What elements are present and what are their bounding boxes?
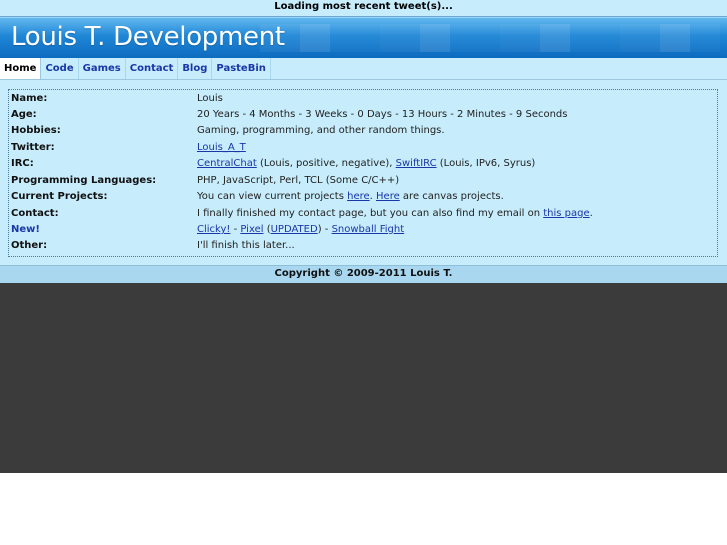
this-page-link[interactable]: this page	[543, 208, 589, 219]
tweet-status-text: Loading most recent tweet(s)...	[274, 1, 453, 12]
new-value: Clicky! - Pixel (UPDATED) - Snowball Fig…	[197, 222, 404, 238]
centralchat-link[interactable]: CentralChat	[197, 158, 257, 169]
projects-value: You can view current projects here. Here…	[197, 189, 504, 205]
projects-here-link[interactable]: here	[347, 191, 370, 202]
irc-label: IRC:	[11, 158, 34, 169]
page-background-dark	[0, 283, 727, 473]
profile-info-box: Name: Louis Age: 20 Years - 4 Months - 3…	[8, 89, 718, 257]
tab-pastebin[interactable]: PasteBin	[212, 58, 271, 79]
twitter-value: Louis_A_T	[197, 140, 246, 156]
contact-value: I finally finished my contact page, but …	[197, 206, 593, 222]
hobbies-label: Hobbies:	[11, 125, 61, 136]
languages-value: PHP, JavaScript, Perl, TCL (Some C/C++)	[197, 175, 400, 186]
contact-label: Contact:	[11, 208, 59, 219]
pixel-link[interactable]: Pixel	[240, 224, 263, 235]
tab-code[interactable]: Code	[41, 58, 79, 79]
main-content: Name: Louis Age: 20 Years - 4 Months - 3…	[0, 80, 727, 265]
irc-value: CentralChat (Louis, positive, negative),…	[197, 156, 535, 172]
header-decoration	[260, 24, 720, 52]
other-value: I'll finish this later...	[197, 240, 295, 251]
site-title: Louis T. Development	[11, 22, 285, 52]
projects-text-1: You can view current projects	[197, 191, 348, 202]
clicky-link[interactable]: Clicky!	[197, 224, 230, 235]
name-label: Name:	[11, 93, 48, 104]
age-value: 20 Years - 4 Months - 3 Weeks - 0 Days -…	[197, 109, 568, 120]
updated-link[interactable]: UPDATED	[271, 224, 318, 235]
languages-label: Programming Languages:	[11, 175, 157, 186]
new-text-2a: (	[263, 224, 271, 235]
twitter-label: Twitter:	[11, 142, 55, 153]
tab-blog[interactable]: Blog	[178, 58, 213, 79]
contact-text-2: .	[589, 208, 593, 219]
hobbies-value: Gaming, programming, and other random th…	[197, 125, 445, 136]
snowball-fight-link[interactable]: Snowball Fight	[332, 224, 405, 235]
new-label: New!	[11, 224, 40, 235]
tweet-status-bar: Loading most recent tweet(s)...	[0, 0, 727, 17]
tab-home[interactable]: Home	[0, 58, 42, 79]
name-value: Louis	[197, 93, 223, 104]
main-nav: Home Code Games Contact Blog PasteBin	[0, 58, 727, 80]
age-label: Age:	[11, 109, 37, 120]
irc-text-1: (Louis, positive, negative),	[256, 158, 396, 169]
other-label: Other:	[11, 240, 48, 251]
swiftirc-link[interactable]: SwiftIRC	[396, 158, 437, 169]
contact-text-1: I finally finished my contact page, but …	[197, 208, 544, 219]
tab-contact[interactable]: Contact	[126, 58, 179, 79]
projects-text-3: are canvas projects.	[399, 191, 504, 202]
copyright-text: Copyright © 2009-2011 Louis T.	[274, 268, 453, 279]
projects-label: Current Projects:	[11, 191, 108, 202]
new-sep-1: -	[230, 224, 241, 235]
new-text-2b: ) -	[317, 224, 332, 235]
irc-text-2: (Louis, IPv6, Syrus)	[436, 158, 536, 169]
tab-games[interactable]: Games	[79, 58, 126, 79]
twitter-link[interactable]: Louis_A_T	[197, 142, 246, 153]
site-footer: Copyright © 2009-2011 Louis T.	[0, 265, 727, 284]
canvas-projects-link[interactable]: Here	[376, 191, 400, 202]
site-header: Louis T. Development	[0, 17, 727, 58]
